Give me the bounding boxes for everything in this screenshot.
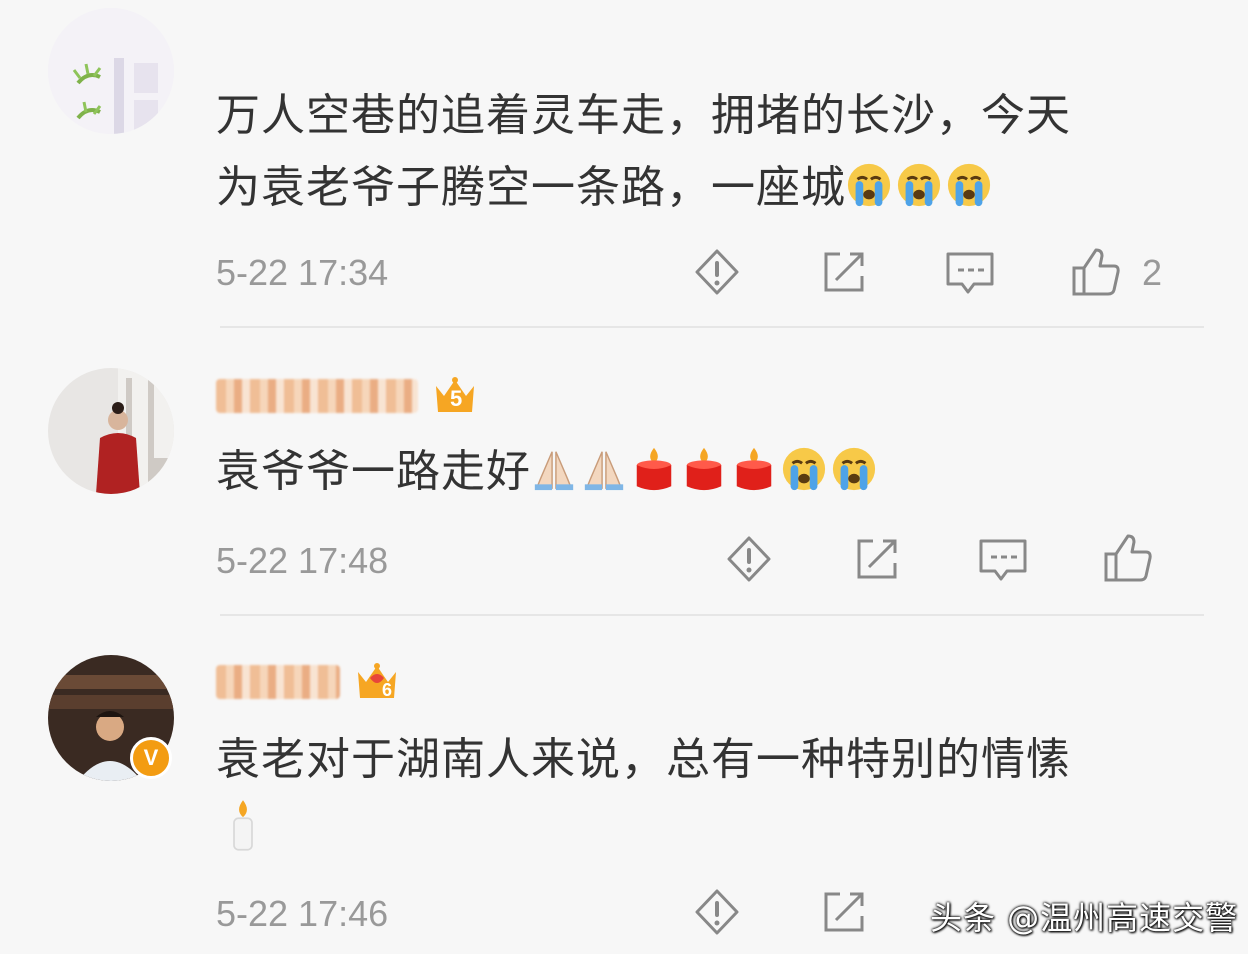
avatar[interactable] [48,368,174,494]
verified-badge-label: V [143,745,159,770]
comment-icon [979,539,1027,581]
verified-badge: V [130,737,172,779]
crying-face-emoji [782,447,826,491]
blurred-username [216,379,418,413]
comment-time: 5-22 17:34 [216,252,389,293]
report-button[interactable] [723,533,775,585]
comment-text: 袁老对于湖南人来说，总有一种特别的情愫 [216,724,1176,868]
crying-face-emoji [897,163,941,207]
comment-text-line-1: 万人空巷的追着灵车走，拥堵的长沙，今天 [216,90,1071,141]
report-icon [695,889,739,935]
comment-icon [946,252,994,294]
comment-time: 5-22 17:46 [216,893,389,934]
crying-face-emoji [832,447,876,491]
comment-button[interactable] [944,246,996,298]
comment-text-line-1: 袁老对于湖南人来说，总有一种特别的情愫 [216,734,1071,785]
like-button[interactable] [1102,532,1154,584]
share-icon [857,539,897,579]
crown-icon [358,663,396,698]
comment-text-line-2: 为袁老爷子腾空一条路，一座城 [216,152,1176,224]
level-number: 6 [382,680,393,700]
share-icon [824,252,864,292]
username[interactable]: 6 [216,662,400,702]
blurred-username [216,665,340,699]
share-button[interactable] [818,246,870,298]
report-button[interactable] [691,246,743,298]
candle-emoji [636,447,672,491]
folded-hands-emoji [584,451,624,491]
comment-text-content: 袁爷爷一路走好 [216,446,531,497]
candle-emoji [686,447,722,491]
share-button[interactable] [818,886,870,938]
candle-emoji [736,447,772,491]
comment-text-line-2-text: 为袁老爷子腾空一条路，一座城 [216,162,846,213]
level-badge: 5 [432,376,478,416]
folded-hands-emoji [534,451,574,491]
like-button[interactable] [1070,246,1122,298]
share-icon [824,892,864,932]
report-icon [727,536,771,582]
avatar-image [48,368,174,494]
watermark: 头条 @温州高速交警 [930,899,1239,937]
share-button[interactable] [851,533,903,585]
avatar-image [48,8,174,134]
avatar[interactable] [48,8,174,134]
comment-time: 5-22 17:48 [216,540,389,581]
report-icon [695,249,739,295]
white-candle-emoji [233,800,253,851]
crying-face-emoji [847,163,891,207]
divider [220,326,1204,328]
like-icon [1104,534,1152,582]
comment-text: 袁爷爷一路走好 [216,436,1176,508]
username[interactable]: 5 [216,376,478,416]
level-badge: 6 [354,662,400,702]
like-icon [1072,248,1120,296]
divider [220,614,1204,616]
level-number: 5 [450,386,463,411]
like-count: 2 [1142,252,1163,293]
comment-text-line-2 [216,796,1176,868]
crying-face-emoji [947,163,991,207]
comment-text: 万人空巷的追着灵车走，拥堵的长沙，今天 为袁老爷子腾空一条路，一座城 [216,80,1176,224]
report-button[interactable] [691,886,743,938]
comment-button[interactable] [977,533,1029,585]
